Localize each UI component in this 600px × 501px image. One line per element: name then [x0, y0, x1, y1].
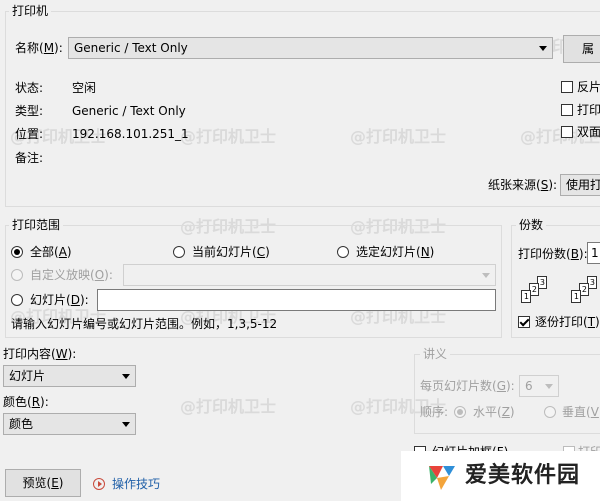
- order-label: 顺序:: [420, 405, 449, 419]
- order-horizontal-label: 水平(Z): [473, 405, 515, 419]
- range-hint: 请输入幻灯片编号或幻灯片范围。例如，1,3,5-12: [11, 317, 278, 331]
- chevron-down-icon: [122, 422, 130, 427]
- print-what-value: 幻灯片: [9, 369, 46, 383]
- copies-count-input[interactable]: 1: [587, 242, 600, 264]
- copies-title: 份数: [516, 218, 547, 232]
- type-value: Generic / Text Only: [72, 104, 186, 118]
- chevron-down-icon: [539, 46, 547, 51]
- paper-source-value: 使用打: [566, 178, 600, 192]
- chevron-down-icon: [122, 374, 130, 379]
- brand-name: 爱美软件园: [465, 463, 581, 488]
- play-tips-icon[interactable]: [93, 478, 105, 490]
- collate-pages-icon: 3 2 1: [521, 276, 561, 308]
- range-custom-radio[interactable]: [11, 269, 23, 281]
- status-label: 状态:: [15, 81, 44, 95]
- duplex-label: 双面: [577, 125, 600, 139]
- color-select[interactable]: 颜色: [3, 413, 136, 435]
- per-page-label: 每页幻灯片数(G):: [420, 379, 515, 393]
- print-to-file-label: 打印: [577, 103, 600, 117]
- paper-source-label: 纸张来源(S):: [488, 178, 558, 192]
- per-page-select[interactable]: 6: [519, 375, 559, 397]
- brand-logo-icon: [429, 466, 455, 490]
- range-selection-label: 选定幻灯片(N): [356, 245, 435, 259]
- chevron-down-icon: [482, 273, 490, 278]
- range-all-label: 全部(A): [30, 245, 72, 259]
- properties-button[interactable]: 属: [563, 35, 600, 63]
- order-vertical-label: 垂直(V): [562, 405, 600, 419]
- brand-banner: 爱美软件园: [401, 451, 600, 501]
- properties-button-label: 属: [581, 42, 594, 56]
- printer-name-select[interactable]: Generic / Text Only: [68, 37, 553, 59]
- status-value: 空闲: [72, 81, 97, 95]
- printer-name-value: Generic / Text Only: [74, 41, 188, 55]
- collate-label: 逐份打印(T): [535, 315, 600, 329]
- printer-name-label: 名称(M):: [15, 41, 63, 55]
- reverse-label: 反片: [577, 80, 600, 94]
- comment-label: 备注:: [15, 151, 44, 165]
- type-label: 类型:: [15, 104, 44, 118]
- print-range-title: 打印范围: [9, 218, 64, 232]
- per-page-value: 6: [525, 379, 533, 393]
- range-custom-label: 自定义放映(O):: [30, 268, 113, 282]
- location-label: 位置:: [15, 127, 44, 141]
- order-vertical-radio[interactable]: [544, 406, 556, 418]
- reverse-checkbox[interactable]: [561, 81, 573, 93]
- print-what-select[interactable]: 幻灯片: [3, 365, 136, 387]
- range-current-radio[interactable]: [173, 246, 185, 258]
- range-selection-radio[interactable]: [337, 246, 349, 258]
- handouts-group: [414, 354, 600, 434]
- print-what-label: 打印内容(W):: [3, 347, 77, 361]
- preview-button-key: E: [51, 476, 59, 490]
- printer-group-title: 打印机: [9, 4, 52, 18]
- collate-checkbox[interactable]: [518, 316, 530, 328]
- range-slides-radio[interactable]: [11, 294, 23, 306]
- chevron-down-icon: [545, 384, 553, 389]
- duplex-checkbox[interactable]: [561, 126, 573, 138]
- copies-count-value: 1: [591, 246, 599, 260]
- range-current-label: 当前幻灯片(C): [192, 245, 270, 259]
- range-all-radio[interactable]: [11, 246, 23, 258]
- preview-button[interactable]: 预览(E): [5, 469, 81, 497]
- tips-link[interactable]: 操作技巧: [112, 476, 160, 492]
- copies-count-label: 打印份数(B):: [518, 247, 588, 261]
- handouts-title: 讲义: [420, 347, 451, 361]
- collate-pages-icon: 3 2 1: [571, 276, 600, 308]
- custom-show-select[interactable]: [123, 264, 496, 286]
- watermark: @打印机卫士: [180, 397, 277, 416]
- slides-input[interactable]: [97, 289, 496, 311]
- print-to-file-checkbox[interactable]: [561, 104, 573, 116]
- color-value: 颜色: [9, 417, 34, 431]
- location-value: 192.168.101.251_1: [72, 127, 189, 141]
- range-slides-label: 幻灯片(D):: [30, 293, 89, 307]
- paper-source-select[interactable]: 使用打: [560, 174, 600, 196]
- color-label: 颜色(R):: [3, 395, 49, 409]
- preview-button-label: 预览(: [22, 476, 52, 490]
- order-horizontal-radio[interactable]: [454, 406, 466, 418]
